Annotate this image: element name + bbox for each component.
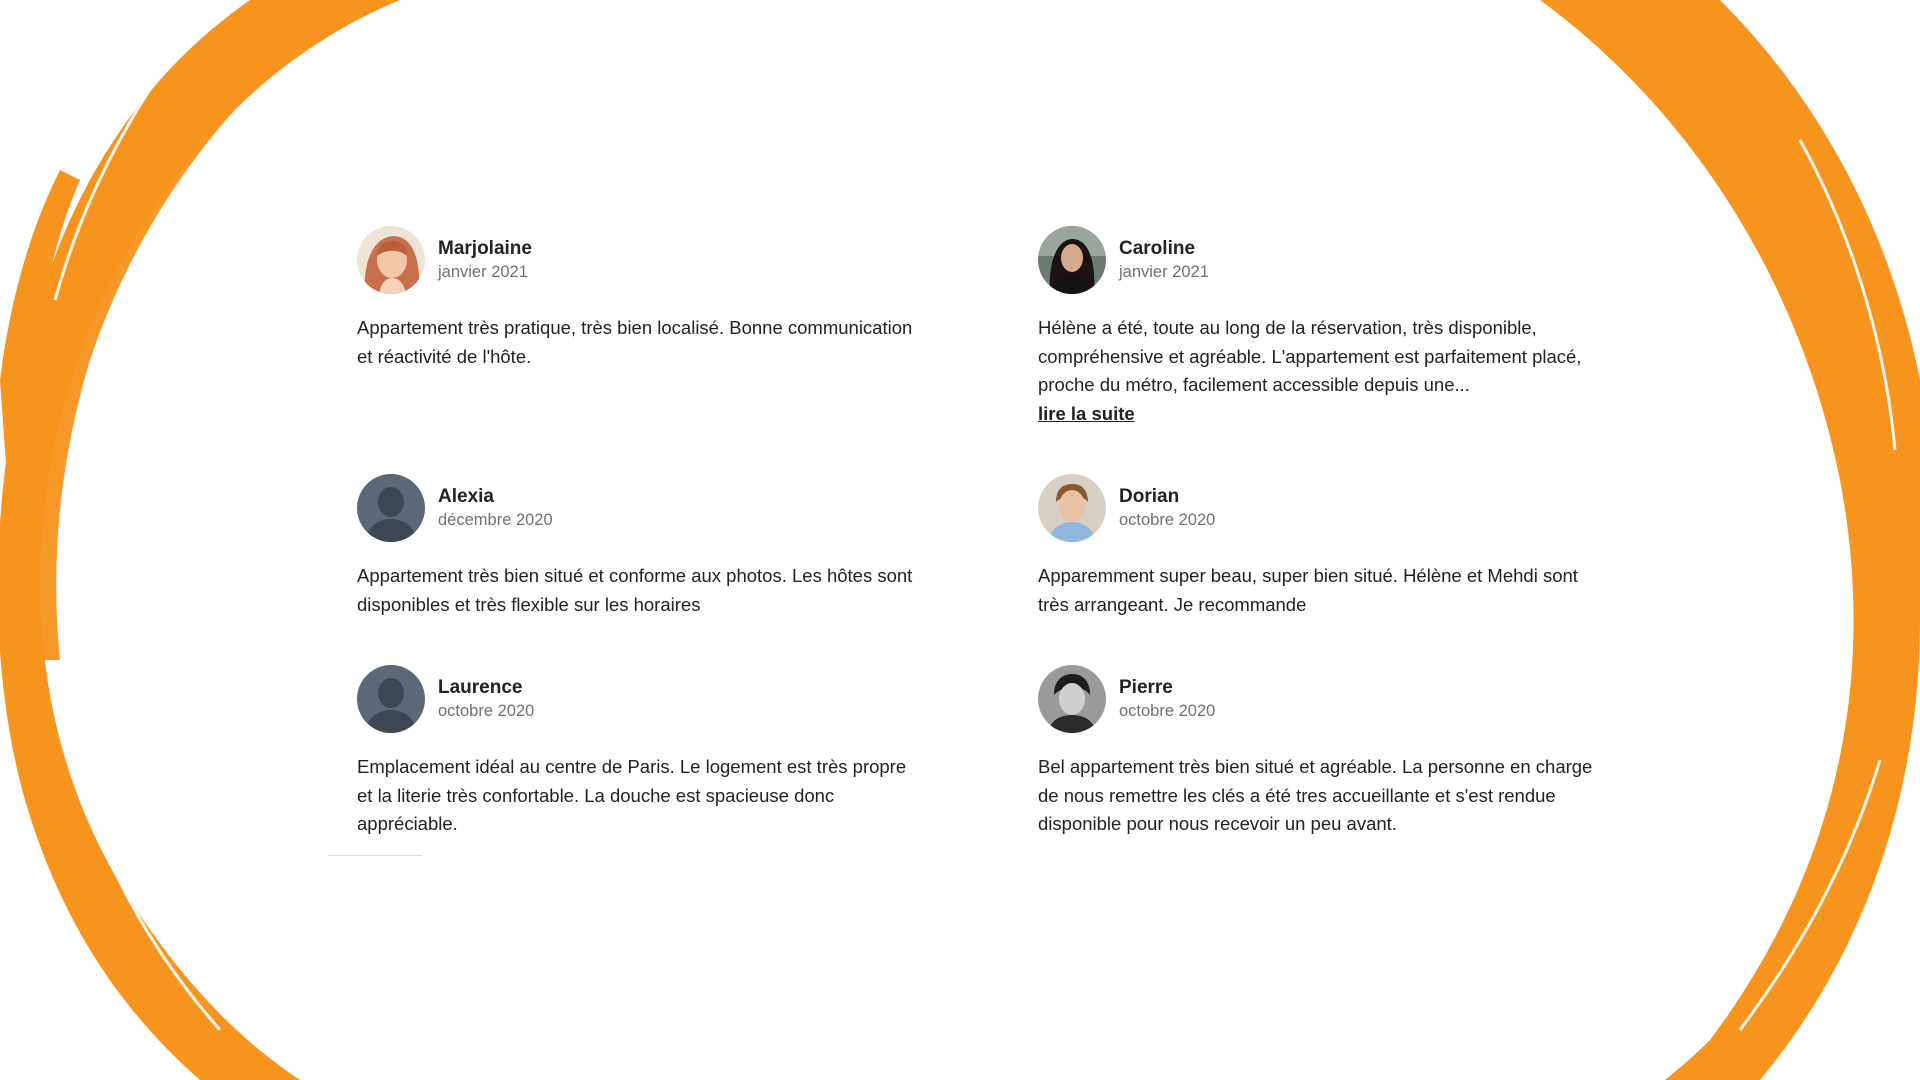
review-text: Apparemment super beau, super bien situé…: [1038, 565, 1578, 615]
review-card: Pierre octobre 2020 Bel appartement très…: [1038, 665, 1598, 839]
review-date: octobre 2020: [1119, 511, 1216, 529]
divider: [328, 855, 422, 856]
avatar[interactable]: [357, 226, 425, 294]
orange-brush-ring: [0, 0, 1920, 1080]
review-date: octobre 2020: [1119, 702, 1216, 720]
man-portrait-icon: [1038, 665, 1106, 733]
reviewer-name: Marjolaine: [438, 238, 532, 259]
review-text: Bel appartement très bien situé et agréa…: [1038, 756, 1593, 834]
avatar[interactable]: [1038, 665, 1106, 733]
review-date: janvier 2021: [1119, 263, 1209, 281]
slide: Marjolaine janvier 2021 Appartement très…: [0, 0, 1920, 1080]
review-date: décembre 2020: [438, 511, 553, 529]
woman-portrait-icon: [357, 226, 425, 294]
review-card: Caroline janvier 2021 Hélène a été, tout…: [1038, 226, 1598, 428]
review-date: janvier 2021: [438, 263, 528, 281]
read-more-link[interactable]: lire la suite: [1038, 400, 1135, 429]
review-header: Dorian octobre 2020: [1038, 474, 1598, 542]
reviewer-name: Pierre: [1119, 677, 1173, 698]
review-header: Laurence octobre 2020: [357, 665, 917, 733]
review-text: Appartement très pratique, très bien loc…: [357, 317, 913, 367]
review-card: Laurence octobre 2020 Emplacement idéal …: [357, 665, 917, 839]
avatar[interactable]: [357, 474, 425, 542]
avatar[interactable]: [1038, 474, 1106, 542]
review-date: octobre 2020: [438, 702, 535, 720]
review-text-body: Hélène a été, toute au long de la réserv…: [1038, 317, 1582, 395]
review-text: Emplacement idéal au centre de Paris. Le…: [357, 756, 907, 834]
review-text: Hélène a été, toute au long de la réserv…: [1038, 314, 1598, 428]
man-portrait-icon: [1038, 474, 1106, 542]
default-user-icon: [357, 665, 425, 733]
review-card: Alexia décembre 2020 Appartement très bi…: [357, 474, 917, 619]
avatar[interactable]: [1038, 226, 1106, 294]
reviewer-name: Alexia: [438, 486, 494, 507]
review-card: Dorian octobre 2020 Apparemment super be…: [1038, 474, 1598, 619]
review-header: Marjolaine janvier 2021: [357, 226, 917, 294]
review-card: Marjolaine janvier 2021 Appartement très…: [357, 226, 917, 371]
reviewer-name: Dorian: [1119, 486, 1180, 507]
reviewer-name: Laurence: [438, 677, 523, 698]
review-header: Pierre octobre 2020: [1038, 665, 1598, 733]
woman-portrait-icon: [1038, 226, 1106, 294]
review-header: Alexia décembre 2020: [357, 474, 917, 542]
avatar[interactable]: [357, 665, 425, 733]
reviewer-name: Caroline: [1119, 238, 1196, 259]
review-header: Caroline janvier 2021: [1038, 226, 1598, 294]
review-text: Appartement très bien situé et conforme …: [357, 565, 913, 615]
default-user-icon: [357, 474, 425, 542]
